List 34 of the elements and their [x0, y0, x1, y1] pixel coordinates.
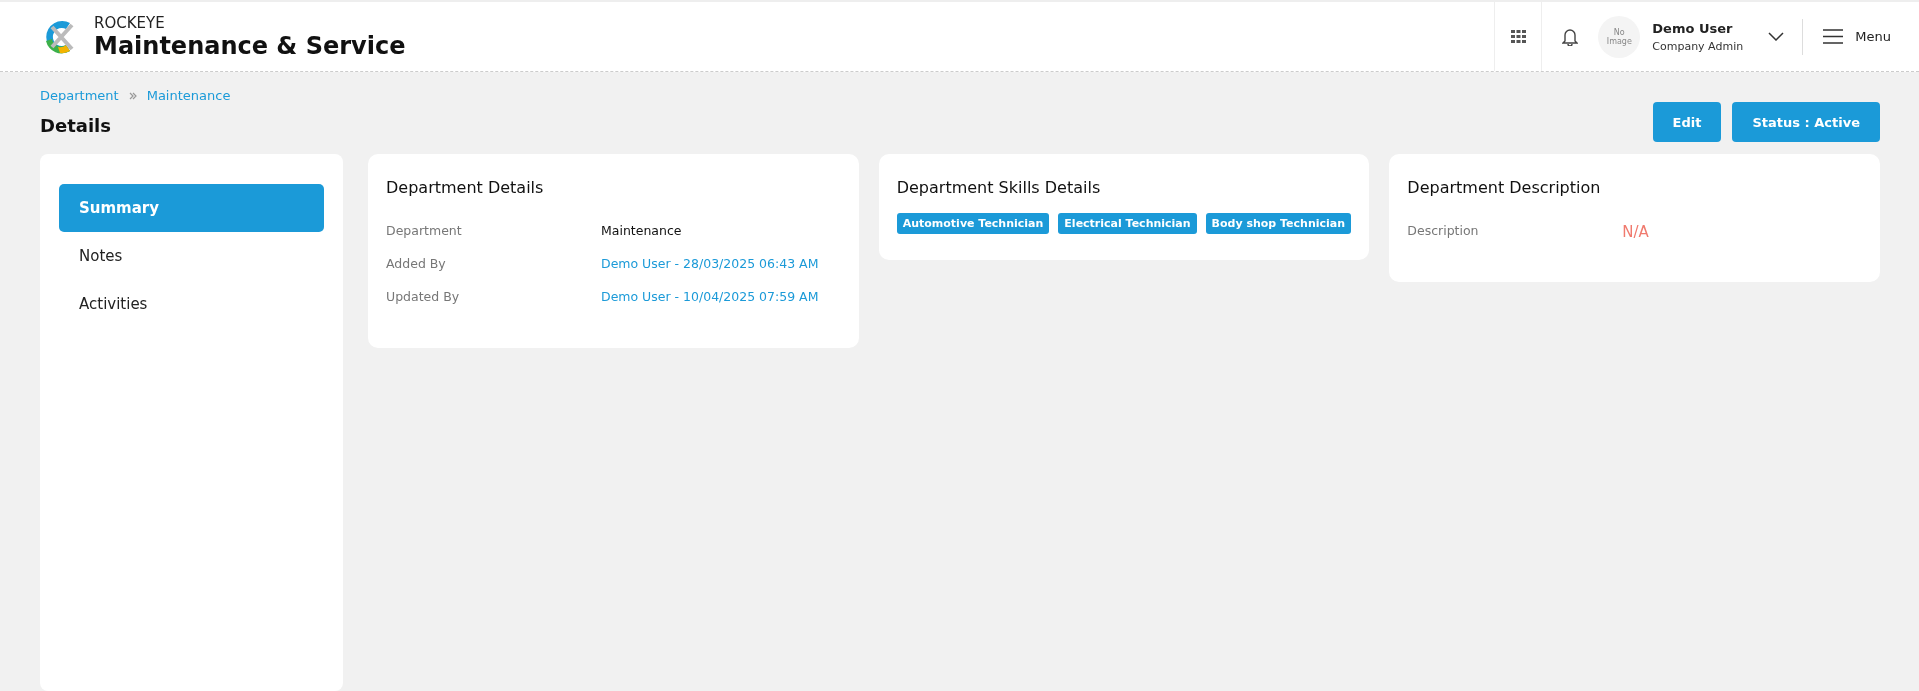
card-title: Department Skills Details	[896, 178, 1102, 197]
field-value: Maintenance	[601, 223, 682, 238]
field-label: Description	[1407, 223, 1480, 238]
menu-button[interactable]: Menu	[1803, 2, 1919, 71]
breadcrumb-link[interactable]: Department	[40, 88, 119, 103]
user-link[interactable]: Demo User - 10/04/2025 07:59 AM	[601, 289, 819, 304]
brand-name: ROCKEYE	[94, 13, 166, 32]
user-name: Demo User	[1652, 20, 1734, 36]
field-label: Added By	[386, 256, 447, 271]
sidebar-item[interactable]: Notes	[59, 232, 324, 280]
user-link[interactable]: Demo User - 28/03/2025 06:43 AM	[601, 256, 819, 271]
field-value: N/A	[1622, 223, 1649, 241]
chevron-down-icon[interactable]	[1768, 32, 1785, 41]
sidebar-item[interactable]: Summary	[59, 184, 324, 232]
app-title: Maintenance & Service	[94, 31, 406, 60]
skill-tag: Automotive Technician	[896, 213, 1050, 234]
bell-icon	[1562, 27, 1579, 46]
status-button[interactable]: Status : Active	[1732, 102, 1880, 142]
field-label: Updated By	[386, 289, 461, 304]
skill-tag: Body shop Technician	[1205, 213, 1352, 234]
avatar-text: No Image	[1605, 27, 1633, 46]
double-chevron-icon	[128, 91, 137, 100]
user-role: Company Admin	[1652, 39, 1745, 53]
field-label: Department	[386, 223, 463, 238]
apps-button[interactable]	[1494, 2, 1543, 71]
card-title: Department Description	[1407, 178, 1602, 197]
menu-icon	[1823, 29, 1844, 44]
sidebar-item[interactable]: Activities	[59, 280, 324, 328]
grid-icon	[1510, 30, 1526, 43]
card-title: Department Details	[386, 178, 545, 197]
edit-button[interactable]: Edit	[1652, 102, 1722, 142]
breadcrumb-link[interactable]: Maintenance	[146, 88, 231, 103]
page-title: Details	[40, 115, 112, 136]
skill-tag: Electrical Technician	[1058, 213, 1197, 234]
